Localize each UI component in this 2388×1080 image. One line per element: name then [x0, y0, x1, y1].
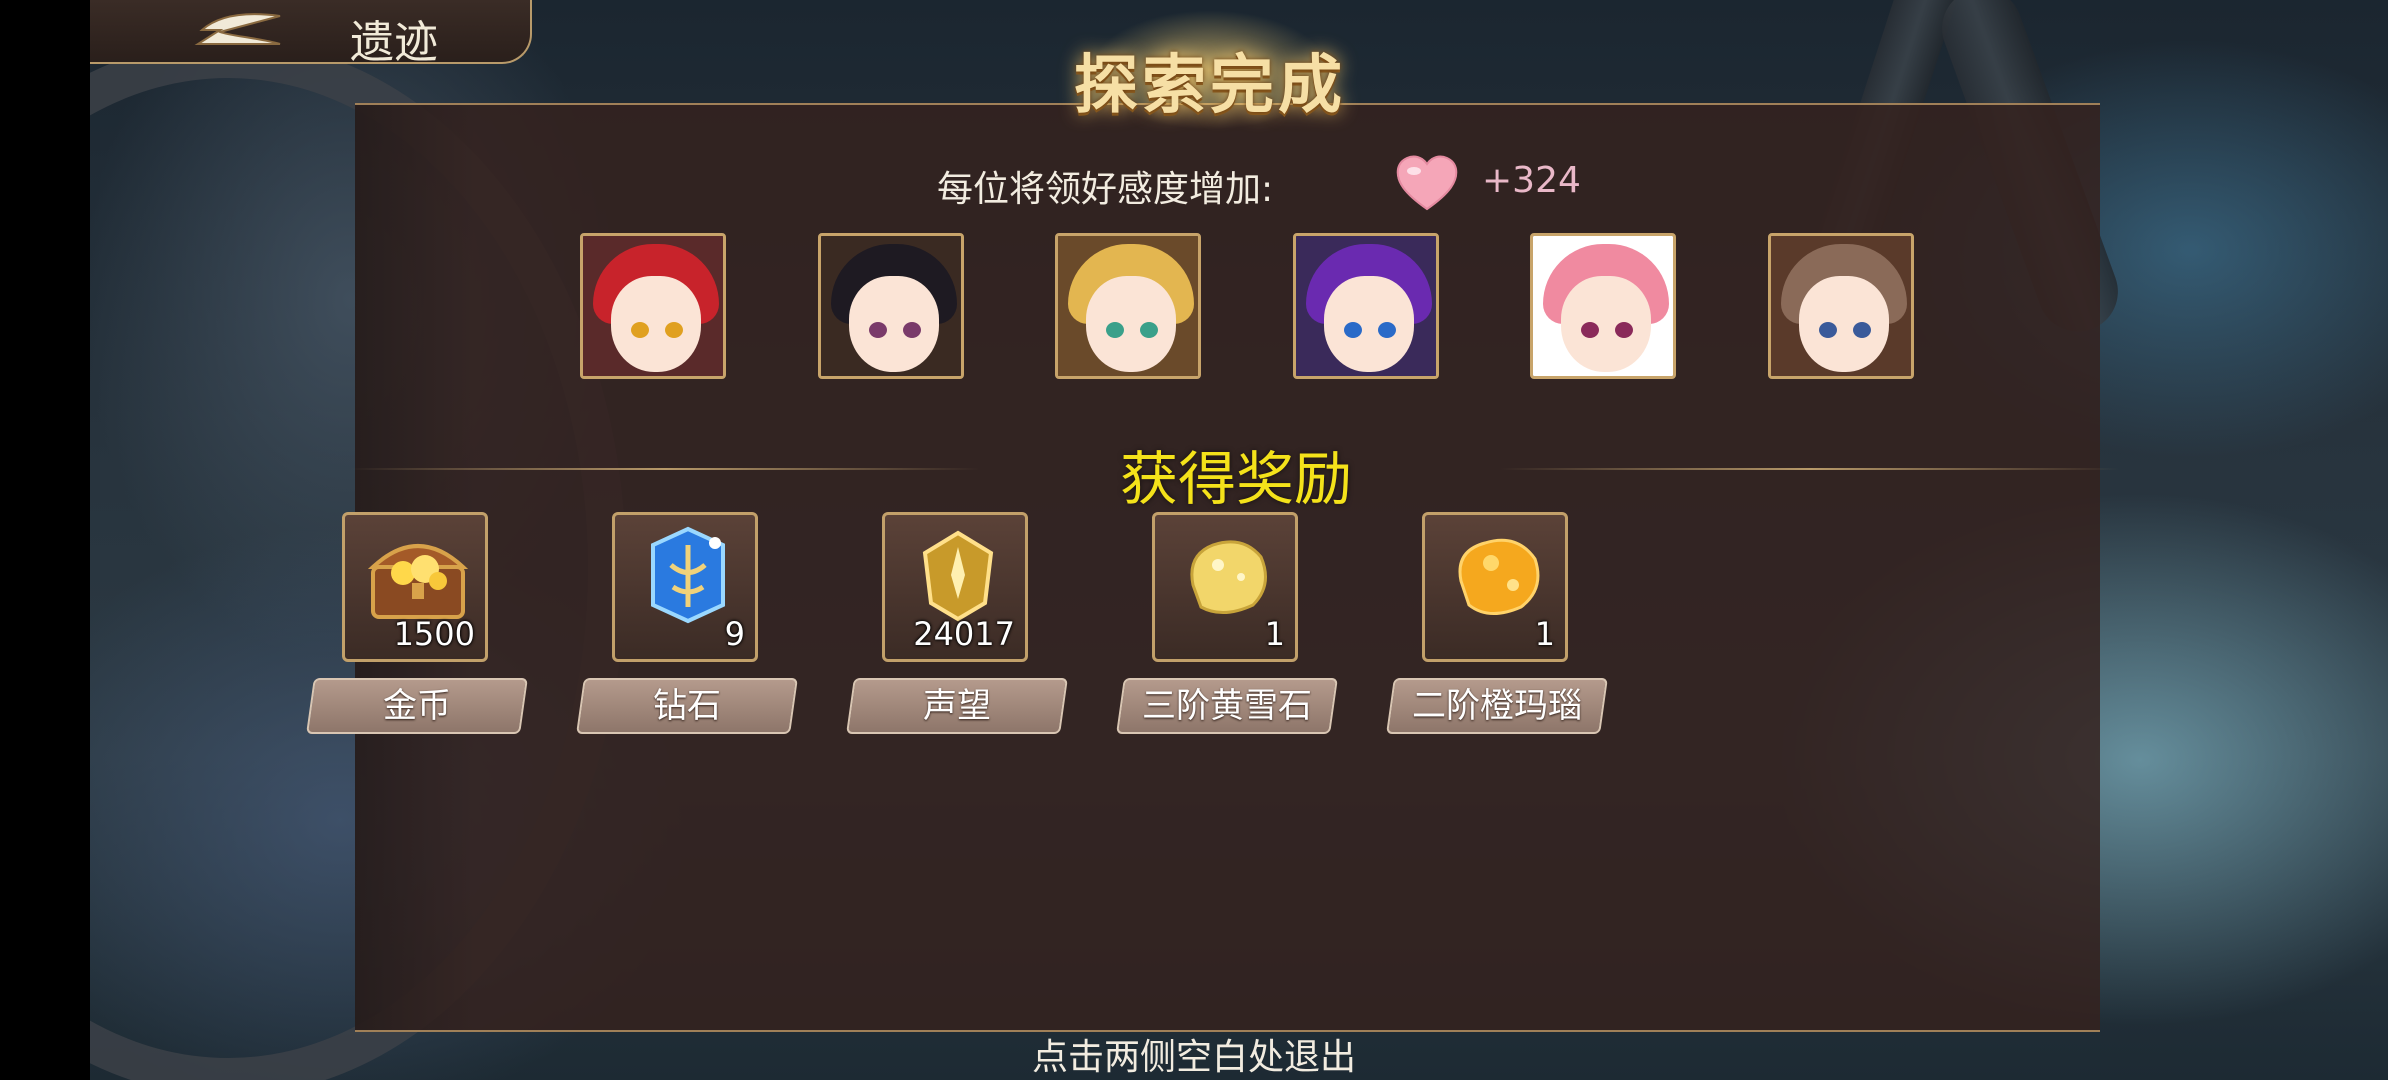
reward-label-orange-agate: 二阶橙玛瑙 — [1386, 678, 1608, 734]
reward-count: 1 — [1264, 615, 1285, 653]
reward-item-diamond[interactable]: 9 — [612, 512, 758, 662]
reward-item-reputation[interactable]: 24017 — [882, 512, 1028, 662]
left-black-bar — [0, 0, 90, 1080]
reward-count: 1500 — [393, 615, 475, 653]
reward-count: 24017 — [913, 615, 1015, 653]
exit-hint: 点击两侧空白处退出 — [1031, 1037, 1356, 1078]
rewards-title: 获得奖励 — [1120, 445, 1353, 513]
header-bar — [90, 0, 532, 64]
orange-agate-icon — [1458, 538, 1540, 615]
reward-item-yellow-stone[interactable]: 1 — [1152, 512, 1298, 662]
portrait-red-hair-headset[interactable] — [580, 233, 726, 379]
reward-label-reputation: 声望 — [846, 678, 1068, 734]
reward-label-gold: 金币 — [306, 678, 528, 734]
affection-label: 每位将领好感度增加: — [937, 169, 1274, 210]
reward-label-diamond: 钻石 — [576, 678, 798, 734]
reward-count: 1 — [1534, 615, 1555, 653]
exploration-complete-banner: 探索完成 — [1060, 10, 1360, 130]
header-title: 遗迹 — [350, 17, 438, 68]
divider-left — [350, 468, 980, 470]
reward-label-yellow-stone: 三阶黄雪石 — [1116, 678, 1338, 734]
blue-crystal-icon — [651, 526, 725, 624]
reward-item-gold[interactable]: 1500 — [342, 512, 488, 662]
reward-item-orange-agate[interactable]: 1 — [1422, 512, 1568, 662]
portrait-purple-hair[interactable] — [1293, 233, 1439, 379]
gold-badge-icon — [922, 530, 994, 622]
heart-icon — [1396, 155, 1458, 211]
exploration-complete-title: 探索完成 — [1074, 49, 1346, 123]
portrait-dark-hair-cap[interactable] — [818, 233, 964, 379]
affection-value: +324 — [1482, 160, 1581, 201]
reward-count: 9 — [724, 615, 745, 653]
divider-right — [1500, 468, 2120, 470]
yellow-stone-icon — [1190, 540, 1267, 614]
back-arrow-icon[interactable] — [190, 10, 290, 50]
portrait-blonde-hair[interactable] — [1055, 233, 1201, 379]
treasure-chest-icon — [367, 544, 469, 619]
portrait-pink-hair-hat[interactable] — [1530, 233, 1676, 379]
portrait-brown-hair-mask[interactable] — [1768, 233, 1914, 379]
